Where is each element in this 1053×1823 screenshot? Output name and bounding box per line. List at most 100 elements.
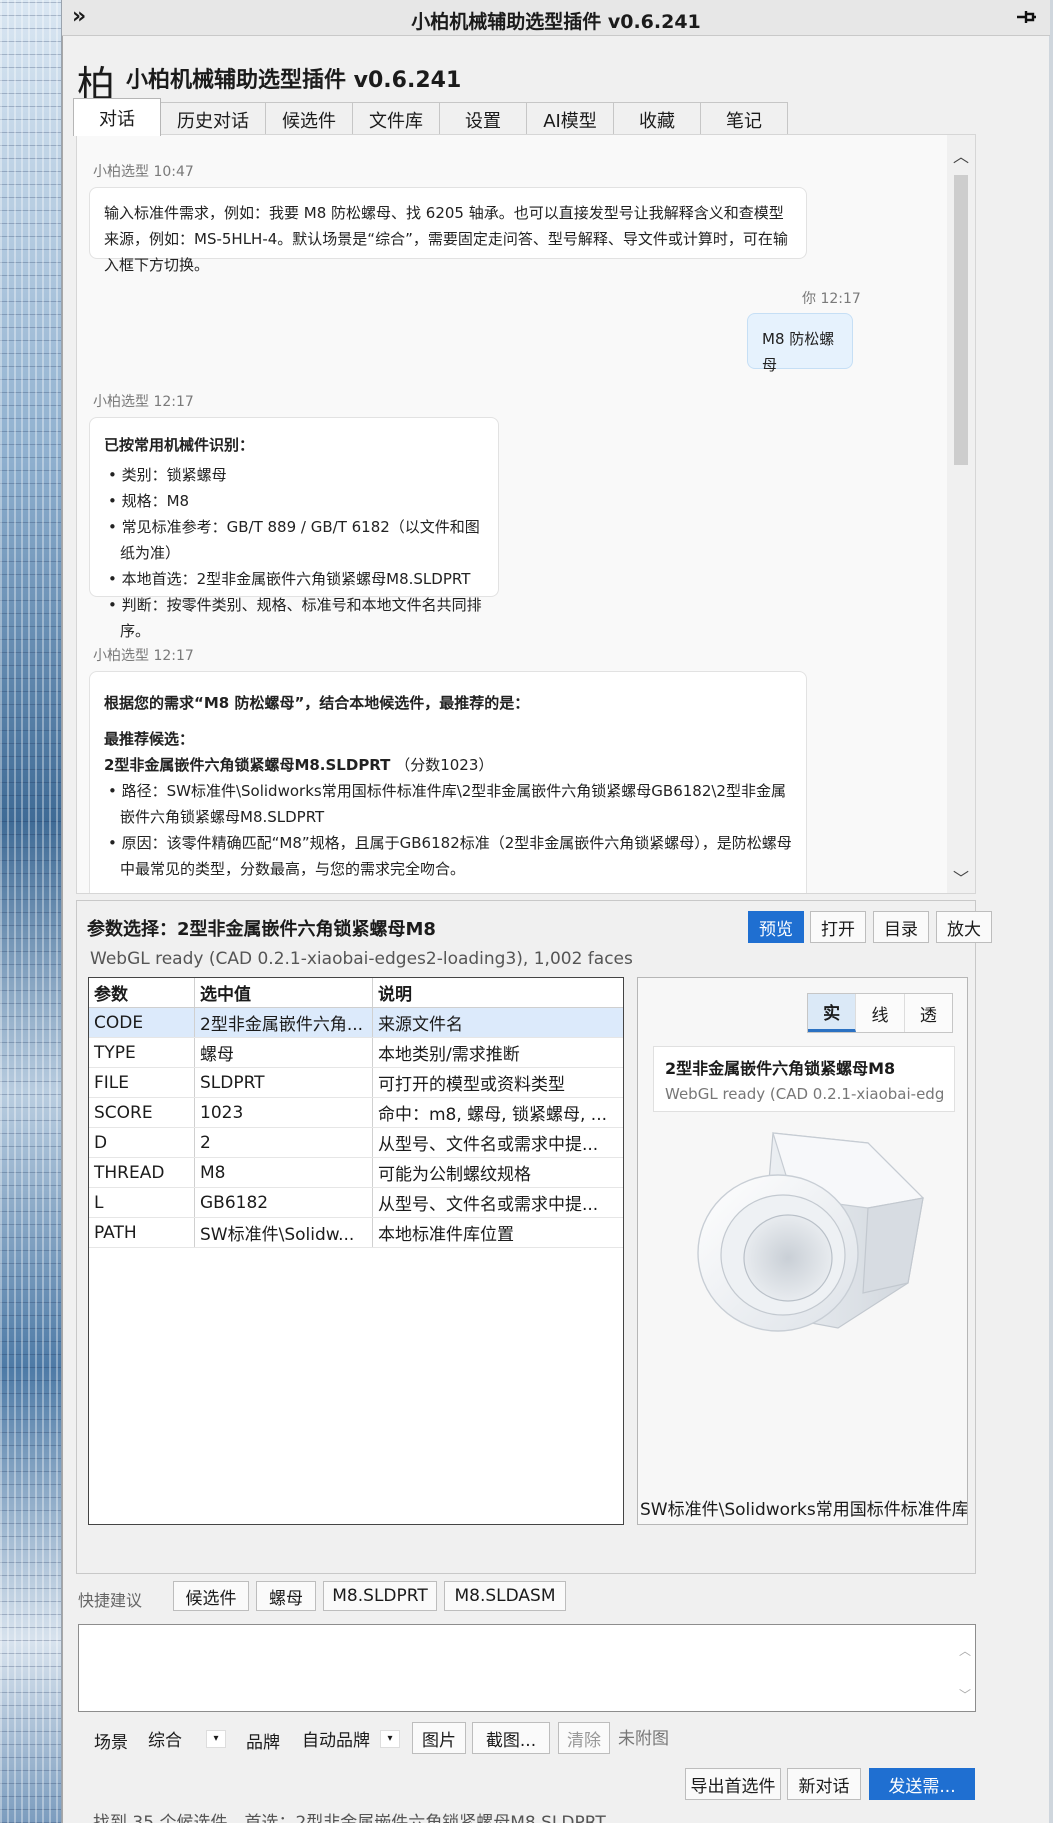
view-mode-transparent[interactable]: 透 bbox=[905, 994, 952, 1032]
message-input[interactable]: ︿ ﹀ bbox=[78, 1624, 976, 1712]
brand-label: 品牌 bbox=[246, 1733, 280, 1753]
table-row[interactable]: L GB6182 从型号、文件名或需求中提... bbox=[89, 1188, 623, 1218]
preview-button[interactable]: 预览 bbox=[748, 911, 804, 943]
param-value: GB6182 bbox=[195, 1188, 373, 1217]
table-row[interactable]: PATH SW标准件\Solidw... 本地标准件库位置 bbox=[89, 1218, 623, 1248]
table-row[interactable]: SCORE 1023 命中：m8, 螺母, 锁紧螺母, ... bbox=[89, 1098, 623, 1128]
assistant-message: 已按常用机械件识别： • 类别：锁紧螺母 • 规格：M8 • 常见标准参考：GB… bbox=[89, 417, 499, 640]
chat-area[interactable]: 小柏选型 10:47 输入标准件需求，例如：我要 M8 防松螺母、找 6205 … bbox=[76, 134, 976, 894]
param-desc: 命中：m8, 螺母, 锁紧螺母, ... bbox=[378, 1105, 608, 1125]
message-meta: 你 12:17 bbox=[802, 291, 861, 307]
pin-icon[interactable] bbox=[1014, 5, 1038, 35]
dropdown-arrow-icon[interactable]: ▾ bbox=[206, 1730, 226, 1748]
tab-settings[interactable]: 设置 bbox=[439, 102, 527, 136]
message-textarea[interactable] bbox=[79, 1625, 949, 1711]
scroll-up-icon[interactable]: ︿ bbox=[953, 143, 969, 167]
quick-chip[interactable]: M8.SLDPRT bbox=[323, 1581, 437, 1611]
param-name: SCORE bbox=[89, 1098, 195, 1127]
param-name: PATH bbox=[89, 1218, 195, 1247]
brand-select[interactable]: 自动品牌 ▾ bbox=[294, 1722, 404, 1754]
list-item: • 类别：锁紧螺母 bbox=[108, 466, 227, 484]
list-item: • 常见标准参考：GB/T 889 / GB/T 6182（以文件和图纸为准） bbox=[108, 518, 480, 562]
main-panel: 柏 小柏机械辅助选型插件 v0.6.241 对话 历史对话 候选件 文件库 设置… bbox=[62, 36, 992, 1823]
scroll-thumb[interactable] bbox=[954, 175, 968, 465]
message-meta: 小柏选型 12:17 bbox=[93, 648, 194, 664]
view-mode-wireframe[interactable]: 线 bbox=[856, 994, 905, 1032]
param-value: 2型非金属嵌件六角... bbox=[195, 1008, 373, 1037]
tab-file-library[interactable]: 文件库 bbox=[352, 102, 440, 136]
parameter-title: 参数选择：2型非金属嵌件六角锁紧螺母M8 bbox=[87, 919, 436, 940]
user-message: M8 防松螺母 bbox=[747, 313, 853, 374]
view-mode-solid[interactable]: 实 bbox=[808, 994, 857, 1032]
chat-scrollbar[interactable]: ︿ ﹀ bbox=[947, 135, 975, 893]
image-button[interactable]: 图片 bbox=[412, 1722, 466, 1754]
zoom-button[interactable]: 放大 bbox=[936, 911, 992, 943]
param-name: L bbox=[89, 1188, 195, 1217]
message-meta: 小柏选型 12:17 bbox=[93, 394, 194, 410]
tab-ai-model[interactable]: AI模型 bbox=[526, 102, 614, 136]
list-item: • 规格：M8 bbox=[108, 492, 190, 510]
dropdown-arrow-icon[interactable]: ▾ bbox=[380, 1730, 400, 1748]
column-header[interactable]: 选中值 bbox=[195, 978, 373, 1007]
message-text: 输入标准件需求，例如：我要 M8 防松螺母、找 6205 轴承。也可以直接发型号… bbox=[104, 204, 788, 274]
input-scroll-icon[interactable]: ︿ ﹀ bbox=[959, 1629, 971, 1717]
table-header: 参数 选中值 说明 bbox=[89, 978, 623, 1008]
message-heading: 已按常用机械件识别： bbox=[104, 436, 255, 454]
tab-chat[interactable]: 对话 bbox=[73, 98, 161, 136]
table-row[interactable]: THREAD M8 可能为公制螺纹规格 bbox=[89, 1158, 623, 1188]
list-item: • 本地首选：2型非金属嵌件六角锁紧螺母M8.SLDPRT bbox=[108, 570, 471, 588]
quick-chip[interactable]: 候选件 bbox=[173, 1581, 249, 1611]
directory-button[interactable]: 目录 bbox=[873, 911, 929, 943]
tab-candidates[interactable]: 候选件 bbox=[265, 102, 353, 136]
send-button[interactable]: 发送需... bbox=[869, 1768, 975, 1800]
best-candidate: 2型非金属嵌件六角锁紧螺母M8.SLDPRT bbox=[104, 756, 391, 774]
quick-chip[interactable]: 螺母 bbox=[256, 1581, 316, 1611]
scene-select[interactable]: 综合 ▾ bbox=[140, 1722, 230, 1754]
control-row: 场景 综合 ▾ 品牌 自动品牌 ▾ 图片 截图... 清除 未附图 bbox=[78, 1722, 978, 1756]
table-row[interactable]: CODE 2型非金属嵌件六角... 来源文件名 bbox=[89, 1008, 623, 1038]
param-value: M8 bbox=[195, 1158, 373, 1187]
desktop-edge bbox=[1049, 0, 1053, 1823]
param-value: SW标准件\Solidw... bbox=[195, 1218, 373, 1247]
tab-favorites[interactable]: 收藏 bbox=[613, 102, 701, 136]
param-name: CODE bbox=[89, 1008, 195, 1037]
scene-value: 综合 bbox=[148, 1730, 182, 1751]
list-item: • 原因：该零件精确匹配“M8”规格，且属于GB6182标准（2型非金属嵌件六角… bbox=[108, 834, 792, 878]
preview-info-card: 2型非金属嵌件六角锁紧螺母M8 WebGL ready (CAD 0.2.1-x… bbox=[653, 1046, 955, 1112]
quick-suggestions: 快捷建议 候选件 螺母 M8.SLDPRT M8.SLDASM bbox=[78, 1581, 978, 1615]
list-item: • 路径：SW标准件\Solidworks常用国标件标准件库\2型非金属嵌件六角… bbox=[108, 782, 786, 826]
param-desc: 本地类别/需求推断 bbox=[378, 1045, 520, 1065]
table-row[interactable]: D 2 从型号、文件名或需求中提... bbox=[89, 1128, 623, 1158]
tab-notes[interactable]: 笔记 bbox=[700, 102, 788, 136]
assistant-message: 根据您的需求“M8 防松螺母”，结合本地候选件，最推荐的是： 最推荐候选： 2型… bbox=[89, 671, 807, 893]
message-subheading: 最推荐候选： bbox=[104, 730, 195, 748]
tab-history[interactable]: 历史对话 bbox=[160, 102, 266, 136]
param-desc: 从型号、文件名或需求中提... bbox=[378, 1135, 599, 1155]
open-button[interactable]: 打开 bbox=[810, 911, 866, 943]
export-button[interactable]: 导出首选件 bbox=[685, 1768, 781, 1800]
new-chat-button[interactable]: 新对话 bbox=[787, 1768, 861, 1800]
param-value: SLDPRT bbox=[195, 1068, 373, 1097]
table-row[interactable]: TYPE 螺母 本地类别/需求推断 bbox=[89, 1038, 623, 1068]
nut-3d-model[interactable] bbox=[678, 1113, 938, 1353]
quick-chip[interactable]: M8.SLDASM bbox=[444, 1581, 566, 1611]
model-path: SW标准件\Solidworks常用国标件标准件库... bbox=[640, 1500, 968, 1520]
clear-button[interactable]: 清除 bbox=[558, 1722, 610, 1754]
screenshot-button[interactable]: 截图... bbox=[472, 1722, 550, 1754]
param-name: TYPE bbox=[89, 1038, 195, 1067]
app-title: 小柏机械辅助选型插件 v0.6.241 bbox=[126, 68, 462, 93]
action-row: 导出首选件 新对话 发送需... bbox=[63, 1768, 989, 1802]
scroll-down-icon[interactable]: ﹀ bbox=[953, 865, 969, 889]
render-status: WebGL ready (CAD 0.2.1-xiaobai-edges2-lo… bbox=[90, 949, 633, 969]
table-row[interactable]: FILE SLDPRT 可打开的模型或资料类型 bbox=[89, 1068, 623, 1098]
parameter-table[interactable]: 参数 选中值 说明 CODE 2型非金属嵌件六角... 来源文件名 TYPE 螺… bbox=[88, 977, 624, 1525]
column-header[interactable]: 参数 bbox=[89, 978, 195, 1007]
column-header[interactable]: 说明 bbox=[373, 978, 619, 1007]
param-name: THREAD bbox=[89, 1158, 195, 1187]
quick-label: 快捷建议 bbox=[78, 1591, 143, 1610]
param-value: 螺母 bbox=[195, 1038, 373, 1067]
model-preview[interactable]: 实 线 透 2型非金属嵌件六角锁紧螺母M8 WebGL ready (CAD 0… bbox=[637, 977, 968, 1525]
param-name: D bbox=[89, 1128, 195, 1157]
param-desc: 来源文件名 bbox=[378, 1015, 463, 1035]
param-value: 2 bbox=[195, 1128, 373, 1157]
